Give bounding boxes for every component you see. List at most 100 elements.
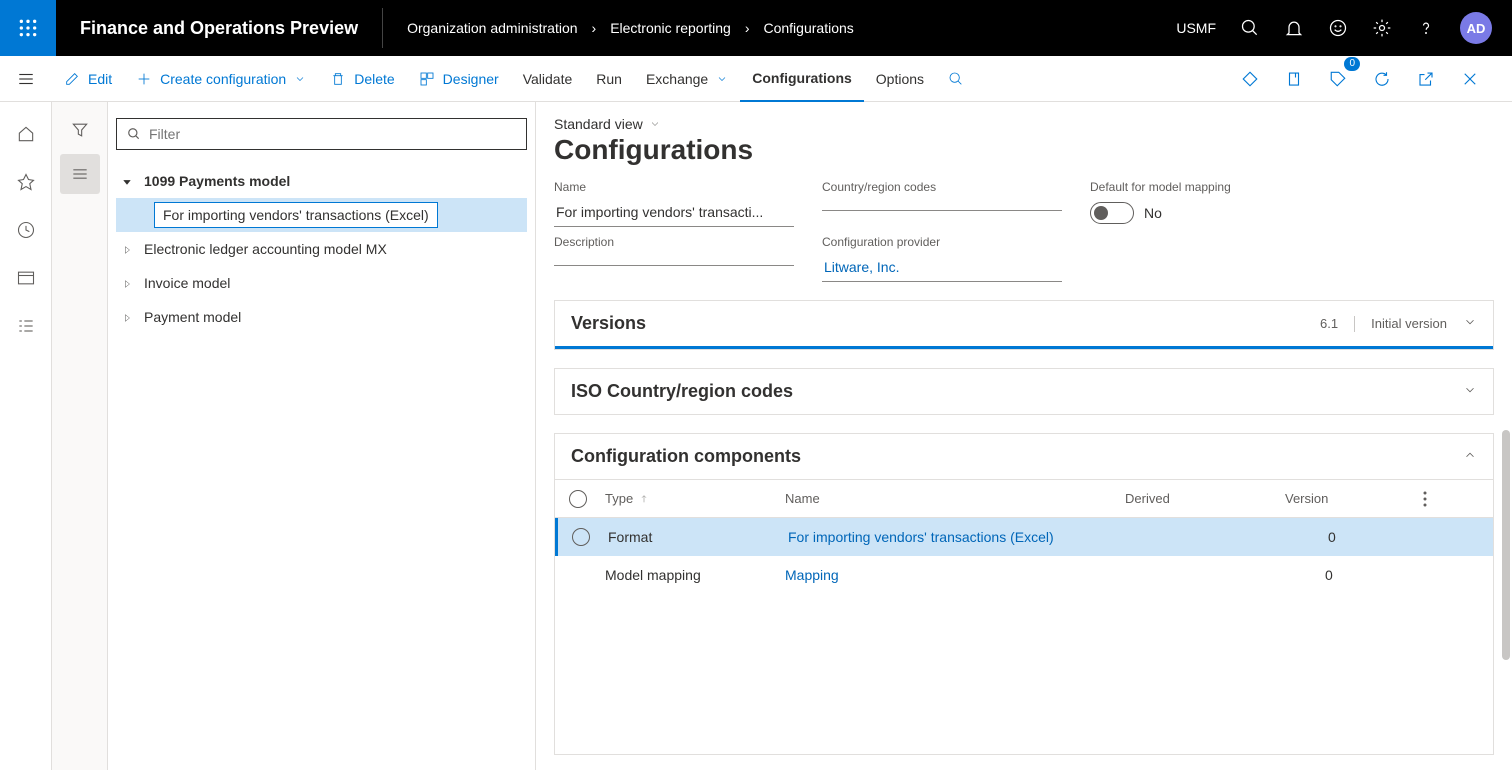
versions-number: 6.1 [1320, 316, 1338, 331]
fasttab-versions: Versions 6.1 Initial version [554, 300, 1494, 350]
tree-node[interactable]: Payment model [116, 300, 527, 334]
user-avatar[interactable]: AD [1460, 12, 1492, 44]
config-tree: 1099 Payments model For importing vendor… [116, 164, 527, 334]
attachments-button[interactable] [1276, 61, 1312, 97]
options-button[interactable]: Options [864, 56, 936, 102]
field-value-description[interactable] [554, 253, 794, 266]
nav-rail [0, 102, 52, 770]
tree-node[interactable]: Invoice model [116, 266, 527, 300]
fasttab-header-iso[interactable]: ISO Country/region codes [555, 369, 1493, 414]
chevron-up-icon [1463, 448, 1477, 465]
tree-node-label: Payment model [144, 309, 241, 325]
tree-filter-button[interactable] [60, 110, 100, 150]
col-derived[interactable]: Derived [1125, 491, 1285, 506]
fasttab-iso: ISO Country/region codes [554, 368, 1494, 415]
plus-icon [136, 71, 152, 87]
cell-name[interactable]: For importing vendors' transactions (Exc… [788, 529, 1128, 545]
help-button[interactable] [1416, 18, 1436, 38]
breadcrumb-item[interactable]: Organization administration [407, 20, 577, 36]
refresh-button[interactable] [1364, 61, 1400, 97]
popout-button[interactable] [1408, 61, 1444, 97]
nav-toggle-button[interactable] [0, 70, 52, 88]
table-more-button[interactable] [1405, 491, 1445, 507]
messages-button[interactable]: 0 [1320, 61, 1356, 97]
field-value-country[interactable] [822, 198, 1062, 211]
nav-recent[interactable] [6, 210, 46, 250]
action-search-button[interactable] [936, 56, 976, 102]
delete-button[interactable]: Delete [318, 56, 406, 102]
cell-version: 0 [1285, 567, 1405, 583]
tree-node[interactable]: Electronic ledger accounting model MX [116, 232, 527, 266]
edit-button[interactable]: Edit [52, 56, 124, 102]
tag-icon [1329, 70, 1347, 88]
create-configuration-button[interactable]: Create configuration [124, 56, 318, 102]
popout-icon [1417, 70, 1435, 88]
tree-node-selected[interactable]: For importing vendors' transactions (Exc… [116, 198, 527, 232]
nav-favorites[interactable] [6, 162, 46, 202]
exchange-label: Exchange [646, 71, 708, 87]
diamond-button[interactable] [1232, 61, 1268, 97]
fasttab-title: Configuration components [571, 446, 801, 467]
star-icon [16, 172, 36, 192]
breadcrumb-item[interactable]: Electronic reporting [610, 20, 731, 36]
scrollbar[interactable] [1502, 430, 1510, 770]
toggle-value: No [1144, 205, 1162, 221]
configurations-tab[interactable]: Configurations [740, 56, 864, 102]
trash-icon [330, 71, 346, 87]
table-row[interactable]: Format For importing vendors' transactio… [555, 518, 1493, 556]
app-launcher-button[interactable] [0, 0, 56, 56]
nav-home[interactable] [6, 114, 46, 154]
tree-list-button[interactable] [60, 154, 100, 194]
diamond-icon [1241, 70, 1259, 88]
notifications-button[interactable] [1284, 18, 1304, 38]
messages-badge: 0 [1344, 57, 1360, 71]
company-code[interactable]: USMF [1176, 20, 1216, 36]
col-name[interactable]: Name [785, 491, 1125, 506]
field-value-provider[interactable]: Litware, Inc. [822, 253, 1062, 282]
field-label: Country/region codes [822, 180, 1062, 194]
col-version[interactable]: Version [1285, 491, 1405, 506]
fasttab-components: Configuration components Type Name Deriv… [554, 433, 1494, 755]
modules-icon [16, 316, 36, 336]
search-button[interactable] [1240, 18, 1260, 38]
field-label: Name [554, 180, 794, 194]
tree-filter-input-wrap[interactable] [116, 118, 527, 150]
app-title: Finance and Operations Preview [56, 8, 383, 48]
help-icon [1416, 18, 1436, 38]
field-label: Configuration provider [822, 235, 1062, 249]
search-icon [127, 127, 141, 141]
tree-node-root[interactable]: 1099 Payments model [116, 164, 527, 198]
feedback-button[interactable] [1328, 18, 1348, 38]
close-icon [1461, 70, 1479, 88]
close-button[interactable] [1452, 61, 1488, 97]
run-button[interactable]: Run [584, 56, 634, 102]
tree-filter-input[interactable] [149, 126, 516, 142]
fasttab-title: ISO Country/region codes [571, 381, 793, 402]
chevron-right-icon: › [745, 20, 750, 36]
select-all-radio[interactable] [555, 490, 605, 508]
breadcrumb-item[interactable]: Configurations [763, 20, 853, 36]
nav-workspaces[interactable] [6, 258, 46, 298]
cell-name[interactable]: Mapping [785, 567, 1125, 583]
chevron-down-icon [294, 73, 306, 85]
view-selector[interactable]: Standard view [554, 116, 1494, 132]
versions-status: Initial version [1371, 316, 1447, 331]
table-row[interactable]: Model mapping Mapping 0 [555, 556, 1493, 594]
settings-button[interactable] [1372, 18, 1392, 38]
col-type[interactable]: Type [605, 491, 785, 506]
components-table: Type Name Derived Version Format For imp… [555, 479, 1493, 594]
nav-modules[interactable] [6, 306, 46, 346]
toggle-default-mapping[interactable] [1090, 202, 1134, 224]
fasttab-header-components[interactable]: Configuration components [555, 434, 1493, 479]
refresh-icon [1373, 70, 1391, 88]
fasttab-header-versions[interactable]: Versions 6.1 Initial version [555, 301, 1493, 349]
field-description: Description [554, 235, 794, 282]
detail-pane: Standard view Configurations Name For im… [536, 102, 1512, 770]
scrollbar-thumb[interactable] [1502, 430, 1510, 660]
row-radio[interactable] [572, 528, 590, 546]
validate-button[interactable]: Validate [511, 56, 585, 102]
exchange-button[interactable]: Exchange [634, 56, 740, 102]
field-value-name[interactable]: For importing vendors' transacti... [554, 198, 794, 227]
designer-button[interactable]: Designer [407, 56, 511, 102]
page-title: Configurations [554, 134, 1494, 166]
